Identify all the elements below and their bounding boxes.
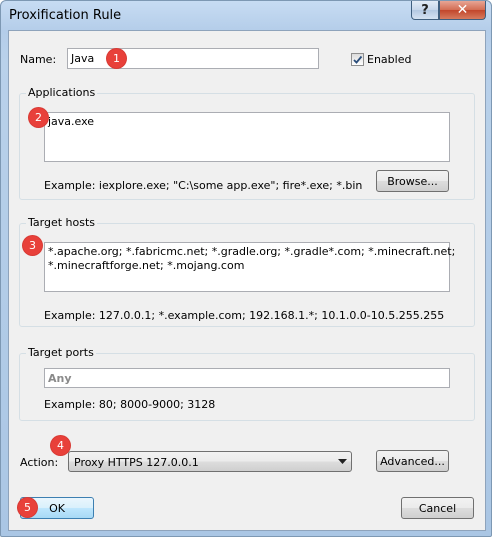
target-hosts-example: Example: 127.0.0.1; *.example.com; 192.1… <box>44 309 445 322</box>
action-select-value: Proxy HTTPS 127.0.0.1 <box>74 456 199 469</box>
title-bar[interactable]: Proxification Rule ? ✕ <box>1 1 491 29</box>
annotation-badge-5: 5 <box>18 498 37 517</box>
enabled-checkbox[interactable] <box>351 53 364 66</box>
action-select[interactable]: Proxy HTTPS 127.0.0.1 <box>68 451 352 472</box>
cancel-button[interactable]: Cancel <box>401 497 474 519</box>
close-button[interactable]: ✕ <box>439 1 486 20</box>
target-ports-example: Example: 80; 8000-9000; 3128 <box>44 398 216 411</box>
annotation-badge-3: 3 <box>23 236 42 255</box>
target-ports-input[interactable]: Any <box>44 368 450 388</box>
target-ports-group-title: Target ports <box>26 346 96 359</box>
action-label: Action: <box>20 456 59 469</box>
applications-input[interactable]: java.exe <box>44 112 450 162</box>
check-icon <box>353 55 363 64</box>
window-title: Proxification Rule <box>9 8 122 23</box>
browse-button[interactable]: Browse... <box>376 170 449 192</box>
name-input[interactable]: Java <box>67 48 319 69</box>
annotation-badge-1: 1 <box>107 49 126 68</box>
dialog-client-area: Name: Java 1 Enabled Applications java.e… <box>8 30 486 531</box>
target-ports-placeholder: Any <box>48 372 72 385</box>
applications-input-value: java.exe <box>48 115 95 128</box>
annotation-badge-4: 4 <box>51 436 70 455</box>
annotation-badge-2: 2 <box>29 108 48 127</box>
enabled-label: Enabled <box>367 53 412 66</box>
close-icon: ✕ <box>456 2 469 18</box>
help-button[interactable]: ? <box>411 1 439 20</box>
advanced-button[interactable]: Advanced... <box>376 450 449 472</box>
name-input-value: Java <box>71 52 95 65</box>
target-hosts-line-2: *.minecraftforge.net; *.mojang.com <box>48 259 245 272</box>
applications-example: Example: iexplore.exe; "C:\some app.exe"… <box>44 179 363 192</box>
dialog-window: Proxification Rule ? ✕ Name: Java 1 Enab… <box>0 0 492 537</box>
name-label: Name: <box>20 53 57 66</box>
target-hosts-input[interactable]: *.apache.org; *.fabricmc.net; *.gradle.o… <box>44 242 455 292</box>
target-hosts-line-1: *.apache.org; *.fabricmc.net; *.gradle.o… <box>48 245 456 258</box>
chevron-down-icon <box>338 459 347 464</box>
applications-group-title: Applications <box>26 86 98 99</box>
target-hosts-group-title: Target hosts <box>26 216 98 229</box>
help-icon: ? <box>421 2 429 18</box>
